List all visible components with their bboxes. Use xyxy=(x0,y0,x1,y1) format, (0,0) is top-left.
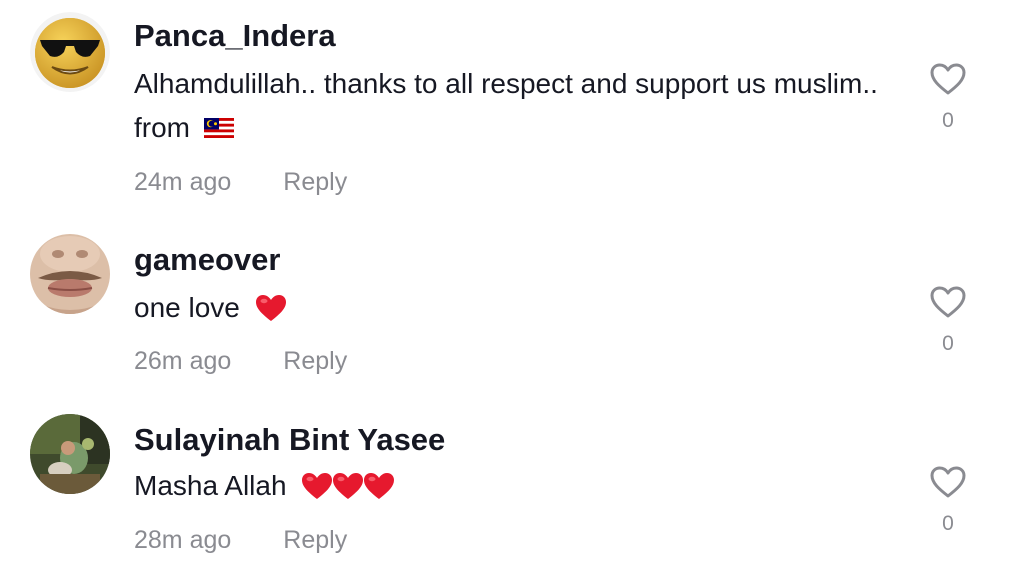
comment-text-content: one love xyxy=(134,292,240,323)
comment-item: gameover one love 26m ago Reply 0 xyxy=(0,230,1016,400)
comment-item: Panca_Indera Alhamdulillah.. thanks to a… xyxy=(0,0,1016,210)
comment-meta: 28m ago Reply xyxy=(134,525,347,555)
avatar[interactable] xyxy=(30,234,110,314)
comment-username[interactable]: Sulayinah Bint Yasee xyxy=(134,422,445,458)
reply-button[interactable]: Reply xyxy=(283,347,347,375)
avatar[interactable] xyxy=(30,414,110,494)
heart-outline-icon xyxy=(930,63,966,95)
red-heart-icon xyxy=(255,294,286,321)
heart-outline-icon xyxy=(930,286,966,318)
comment-text-content: Alhamdulillah.. thanks to all respect an… xyxy=(134,68,878,143)
sunglasses-emoji-avatar xyxy=(30,12,110,92)
like-button[interactable]: 0 xyxy=(926,285,970,355)
reply-button[interactable]: Reply xyxy=(283,526,347,554)
like-count: 0 xyxy=(942,332,954,355)
comment-username[interactable]: Panca_Indera xyxy=(134,18,336,54)
outdoor-photo-avatar xyxy=(30,414,110,494)
red-hearts-icon xyxy=(302,472,395,499)
comment-text-content: Masha Allah xyxy=(134,470,287,501)
comment-item: Sulayinah Bint Yasee Masha Allah 28m ago… xyxy=(0,410,1016,582)
avatar[interactable] xyxy=(30,12,110,92)
comment-text: Masha Allah xyxy=(134,464,904,508)
comment-username[interactable]: gameover xyxy=(134,242,280,278)
comment-meta: 24m ago Reply xyxy=(134,167,347,197)
comment-text: Alhamdulillah.. thanks to all respect an… xyxy=(134,62,904,150)
comment-meta: 26m ago Reply xyxy=(134,346,347,376)
malaysia-flag-icon xyxy=(203,117,234,138)
heart-outline-icon xyxy=(930,466,966,498)
comment-timestamp: 26m ago xyxy=(134,347,232,375)
like-count: 0 xyxy=(942,109,954,132)
face-closeup-avatar xyxy=(30,234,110,314)
like-count: 0 xyxy=(942,512,954,535)
comment-text: one love xyxy=(134,286,904,330)
reply-button[interactable]: Reply xyxy=(283,168,347,196)
comment-timestamp: 24m ago xyxy=(134,168,232,196)
like-button[interactable]: 0 xyxy=(926,465,970,535)
comment-timestamp: 28m ago xyxy=(134,526,232,554)
like-button[interactable]: 0 xyxy=(926,62,970,132)
